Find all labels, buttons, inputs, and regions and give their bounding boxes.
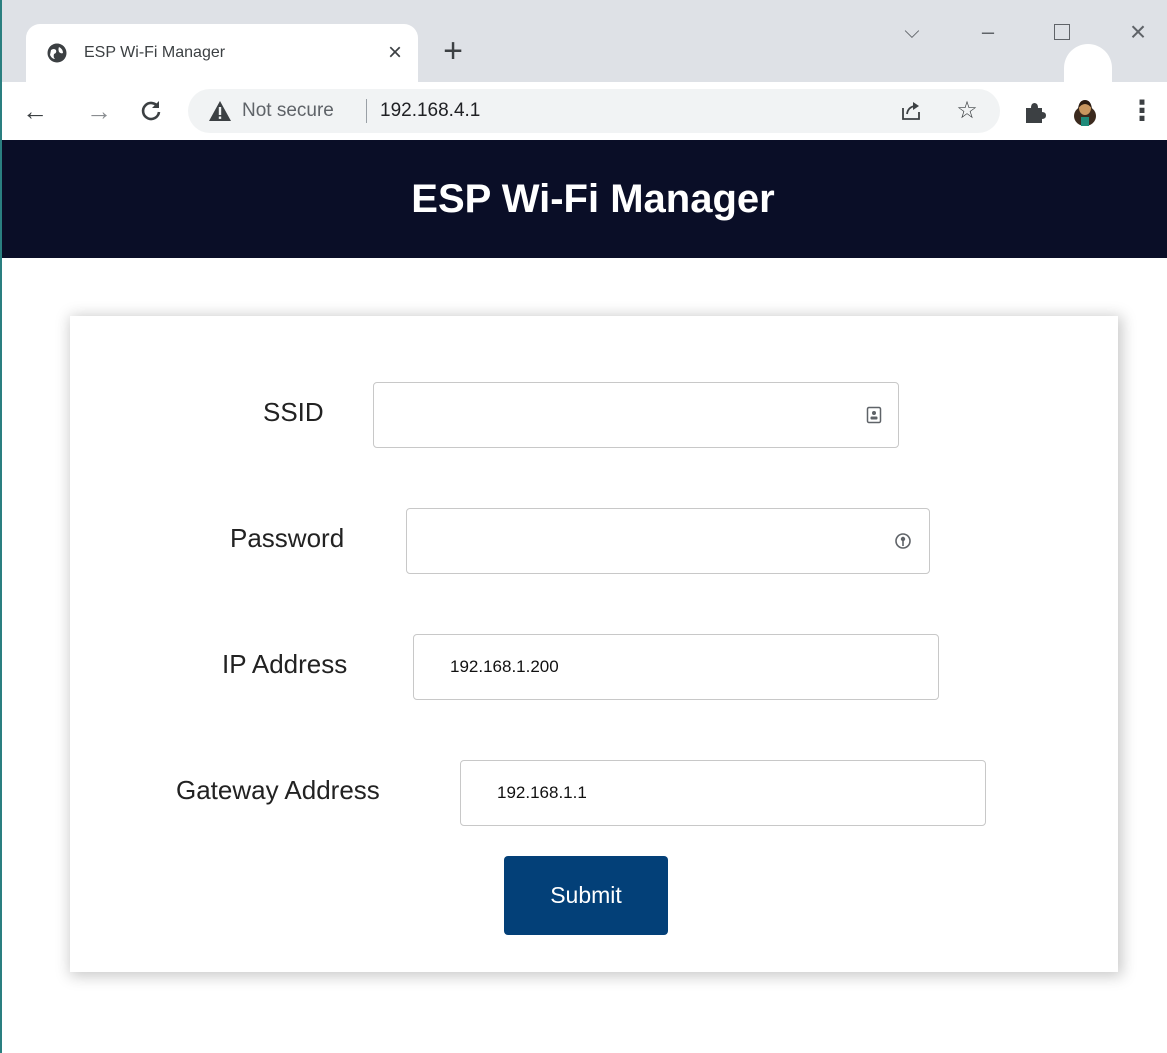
share-icon[interactable] [900,100,922,122]
plus-icon[interactable]: + [438,34,468,68]
globe-icon [47,43,67,63]
top-nav: ESP Wi-Fi Manager [2,140,1167,258]
browser-toolbar: ← → Not secure 192.168.4.1 ☆ ⋮ [0,82,1167,140]
maximize-icon[interactable] [1042,14,1082,50]
wifi-form-card: SSID Password IP Address Gateway Address… [70,316,1118,972]
ssid-input[interactable] [373,382,899,448]
warning-icon[interactable] [208,100,232,122]
password-input[interactable] [406,508,930,574]
ip-address-label: IP Address [222,649,348,679]
extensions-icon[interactable] [1022,99,1048,125]
star-icon[interactable]: ☆ [954,97,980,125]
page-title: ESP Wi-Fi Manager [411,177,775,221]
reload-icon[interactable] [136,96,166,126]
contact-card-icon[interactable] [865,406,883,424]
minimize-icon[interactable]: – [968,14,1008,50]
chevron-down-icon[interactable]: ⌵ [892,14,932,50]
profile-tab-bump [1064,44,1112,84]
tab-title: ESP Wi-Fi Manager [84,44,226,61]
browser-tab[interactable]: ESP Wi-Fi Manager × [26,24,418,82]
kebab-menu-icon[interactable]: ⋮ [1128,96,1156,126]
gateway-address-input[interactable] [460,760,986,826]
avatar-icon[interactable] [1070,97,1100,127]
forward-arrow-icon[interactable]: → [84,96,114,126]
web-page: ESP Wi-Fi Manager SSID Password IP Addre… [0,140,1167,1053]
tab-strip: ESP Wi-Fi Manager × + ⌵ – × [0,0,1167,84]
ssid-label: SSID [263,397,324,427]
key-icon[interactable] [894,532,912,550]
security-label[interactable]: Not secure [242,100,334,122]
gateway-address-label: Gateway Address [176,775,380,805]
ip-address-input[interactable] [413,634,939,700]
address-bar[interactable]: Not secure 192.168.4.1 ☆ [188,89,1000,133]
close-icon[interactable]: × [382,40,408,66]
omnibox-divider [366,99,367,123]
back-arrow-icon[interactable]: ← [20,96,50,126]
submit-button[interactable]: Submit [504,856,668,935]
window-close-icon[interactable]: × [1118,14,1158,50]
password-label: Password [230,523,345,553]
url-text[interactable]: 192.168.4.1 [380,100,480,122]
